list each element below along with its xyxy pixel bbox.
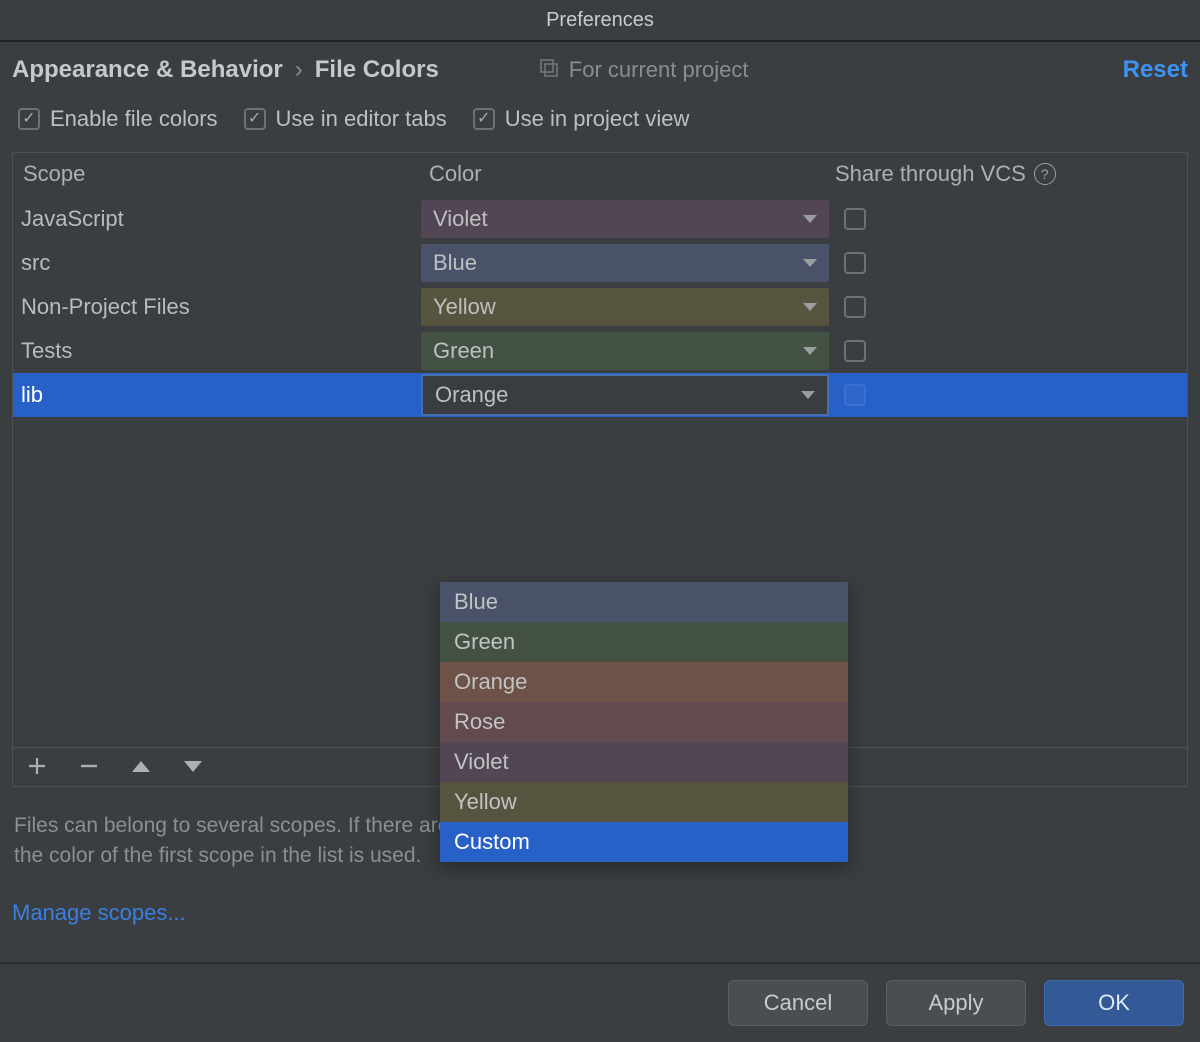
chevron-down-icon (803, 215, 817, 223)
color-label: Blue (433, 250, 477, 276)
share-checkbox[interactable] (844, 252, 866, 274)
color-dropdown-cell[interactable]: Violet (421, 200, 829, 238)
ok-button[interactable]: OK (1044, 980, 1184, 1026)
scope-cell: Tests (13, 338, 421, 364)
use-in-project-view-label: Use in project view (505, 106, 690, 132)
share-cell[interactable] (829, 208, 881, 230)
color-label: Orange (435, 382, 508, 408)
scope-cell: Non-Project Files (13, 294, 421, 320)
project-icon (539, 57, 559, 83)
color-dropdown-cell[interactable]: Yellow (421, 288, 829, 326)
use-in-editor-tabs-label: Use in editor tabs (276, 106, 447, 132)
breadcrumb-current: File Colors (315, 56, 439, 84)
color-dropdown-cell[interactable]: Green (421, 332, 829, 370)
share-checkbox[interactable] (844, 340, 866, 362)
dropdown-item[interactable]: Orange (440, 662, 848, 702)
share-checkbox[interactable] (844, 296, 866, 318)
apply-button[interactable]: Apply (886, 980, 1026, 1026)
breadcrumb-parent[interactable]: Appearance & Behavior (12, 56, 283, 84)
chevron-down-icon (803, 259, 817, 267)
move-up-button[interactable] (131, 756, 151, 776)
dropdown-item[interactable]: Green (440, 622, 848, 662)
use-in-editor-tabs-checkbox[interactable]: Use in editor tabs (244, 106, 447, 132)
table-row[interactable]: lib Orange (13, 373, 1187, 417)
color-dropdown-cell[interactable]: Orange (421, 374, 829, 416)
reset-link[interactable]: Reset (1123, 56, 1188, 84)
checkbox-icon (244, 108, 266, 130)
color-label: Yellow (433, 294, 496, 320)
dropdown-item[interactable]: Rose (440, 702, 848, 742)
scope-cell: lib (13, 382, 421, 408)
scope-cell: JavaScript (13, 206, 421, 232)
manage-scopes-link[interactable]: Manage scopes... (12, 900, 1188, 926)
share-checkbox[interactable] (844, 208, 866, 230)
table-row[interactable]: src Blue (13, 241, 1187, 285)
header-color: Color (429, 161, 835, 187)
add-button[interactable] (27, 756, 47, 776)
share-cell[interactable] (829, 296, 881, 318)
dropdown-item[interactable]: Blue (440, 582, 848, 622)
color-label: Green (433, 338, 494, 364)
window-title: Preferences (0, 0, 1200, 40)
use-in-project-view-checkbox[interactable]: Use in project view (473, 106, 690, 132)
chevron-down-icon (803, 347, 817, 355)
color-dropdown[interactable]: BlueGreenOrangeRoseVioletYellowCustom (440, 582, 848, 862)
cancel-button[interactable]: Cancel (728, 980, 868, 1026)
checkbox-icon (18, 108, 40, 130)
color-label: Violet (433, 206, 488, 232)
header-scope: Scope (21, 161, 429, 187)
share-checkbox[interactable] (844, 384, 866, 406)
remove-button[interactable] (79, 756, 99, 776)
checkbox-icon (473, 108, 495, 130)
scope-cell: src (13, 250, 421, 276)
share-cell[interactable] (829, 252, 881, 274)
dropdown-item[interactable]: Violet (440, 742, 848, 782)
color-dropdown-cell[interactable]: Blue (421, 244, 829, 282)
dropdown-item[interactable]: Yellow (440, 782, 848, 822)
chevron-down-icon (803, 303, 817, 311)
enable-file-colors-checkbox[interactable]: Enable file colors (18, 106, 218, 132)
header-share: Share through VCS ? (835, 161, 1179, 187)
enable-file-colors-label: Enable file colors (50, 106, 218, 132)
chevron-right-icon: › (295, 56, 303, 84)
header-share-text: Share through VCS (835, 161, 1026, 187)
for-current-project-label: For current project (539, 57, 749, 83)
share-cell[interactable] (829, 384, 881, 406)
breadcrumb: Appearance & Behavior › File Colors (12, 56, 439, 84)
share-cell[interactable] (829, 340, 881, 362)
help-icon[interactable]: ? (1034, 163, 1056, 185)
for-current-project-text: For current project (569, 57, 749, 83)
table-row[interactable]: Tests Green (13, 329, 1187, 373)
dropdown-item[interactable]: Custom (440, 822, 848, 862)
chevron-down-icon (801, 391, 815, 399)
move-down-button[interactable] (183, 756, 203, 776)
table-row[interactable]: JavaScript Violet (13, 197, 1187, 241)
table-row[interactable]: Non-Project Files Yellow (13, 285, 1187, 329)
